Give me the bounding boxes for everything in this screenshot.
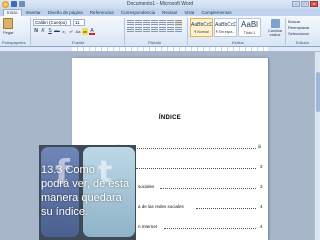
format-buttons: N K S abc x₂ x² Aa ab A [33, 28, 95, 35]
paste-label: Pegar [3, 30, 14, 35]
toc-leader [196, 208, 256, 209]
toc-heading: ÍNDICE [158, 115, 182, 121]
tab-correspondencia[interactable]: Correspondencia [118, 9, 158, 16]
ruler-scale [72, 47, 268, 51]
toc-entry-label: a de las redes sociales [138, 204, 184, 209]
superscript-button[interactable]: x² [68, 28, 74, 35]
toc-entry-page: iii [258, 144, 261, 149]
scrollbar-thumb[interactable] [316, 72, 320, 112]
toc-entry-page: 4 [260, 224, 263, 229]
clipboard-icon [3, 18, 13, 29]
toc-entry-page: 4 [260, 204, 263, 209]
select-button[interactable]: Seleccionar [288, 31, 310, 37]
align-right-icon[interactable] [143, 27, 150, 33]
styles-gallery: AaBbCcDc ¶ Normal AaBbCcDc ¶ Sin espa...… [190, 18, 261, 37]
numbering-icon[interactable] [135, 20, 142, 26]
decrease-indent-icon[interactable] [151, 20, 158, 26]
font-name-select[interactable]: Calibri (Cuerpo) [33, 19, 71, 26]
tab-vista[interactable]: Vista [181, 9, 197, 16]
italic-button[interactable]: K [40, 28, 46, 35]
bold-button[interactable]: N [33, 28, 39, 35]
editing-group: Buscar Reemplazar Seleccionar [288, 19, 310, 37]
change-case-button[interactable]: Aa [75, 28, 81, 35]
style-preview: AaBbCcDc [215, 22, 236, 28]
tab-diseno[interactable]: Diseño de página [45, 9, 86, 16]
toc-entry-page: 3 [260, 184, 263, 189]
window-title: Documento1 - Microsoft Word [126, 1, 194, 7]
group-clipboard-label: Portapapeles [2, 40, 26, 45]
caption-overlay: f t 13.3 Como podrá ver, de esta manera … [39, 145, 136, 240]
font-color-button[interactable]: A [89, 28, 95, 35]
sort-icon[interactable] [167, 20, 174, 26]
window-controls: – □ x [292, 1, 318, 7]
group-styles-label: Estilos [232, 40, 244, 45]
style-name: ¶ Normal [194, 30, 209, 34]
toc-entry-label: n Internet [138, 224, 158, 229]
group-paragraph-label: Párrafo [148, 40, 162, 45]
change-styles-icon [270, 19, 280, 28]
style-preview: AaBl [241, 20, 258, 29]
shading-icon[interactable] [167, 27, 174, 33]
line-spacing-icon[interactable] [159, 27, 166, 33]
caption-text: 13.3 Como podrá ver, de esta manera qued… [41, 164, 130, 218]
toc-entry-page: 3 [260, 164, 263, 169]
maximize-button[interactable]: □ [301, 1, 309, 7]
group-divider [285, 18, 286, 45]
style-no-spacing[interactable]: AaBbCcDc ¶ Sin espa... [214, 18, 237, 37]
ribbon-tabs: Inicio Insertar Diseño de página Referen… [0, 9, 320, 16]
underline-button[interactable]: S [47, 28, 53, 35]
increase-indent-icon[interactable] [159, 20, 166, 26]
group-divider [187, 18, 188, 45]
change-styles-button[interactable]: Cambiar estilos [268, 19, 282, 37]
vertical-scrollbar[interactable] [314, 52, 320, 240]
group-divider [124, 18, 125, 45]
paste-button[interactable]: Pegar [3, 18, 14, 36]
strikethrough-button[interactable]: abc [54, 28, 60, 35]
title-bar: Documento1 - Microsoft Word – □ x [0, 0, 320, 9]
tab-revisar[interactable]: Revisar [159, 9, 180, 16]
style-name: ¶ Sin espa... [215, 30, 236, 34]
toc-leader [160, 188, 256, 189]
style-preview: AaBbCcDc [191, 22, 212, 28]
ribbon: Pegar Portapapeles Calibri (Cuerpo) 11 N… [0, 16, 320, 47]
close-button[interactable]: x [310, 1, 318, 7]
style-heading-1[interactable]: AaBl Título 1 [238, 18, 261, 37]
justify-icon[interactable] [151, 27, 158, 33]
borders-icon[interactable] [175, 27, 182, 33]
change-styles-label: Cambiar estilos [268, 29, 283, 37]
multilevel-list-icon[interactable] [143, 20, 150, 26]
font-size-select[interactable]: 11 [73, 19, 85, 26]
toc-leader [164, 228, 256, 229]
tab-complementos[interactable]: Complementos [198, 9, 234, 16]
align-left-icon[interactable] [127, 27, 134, 33]
group-editing-label: Edición [296, 40, 310, 45]
bullets-icon[interactable] [127, 20, 134, 26]
minimize-button[interactable]: – [292, 1, 300, 7]
style-normal[interactable]: AaBbCcDc ¶ Normal [190, 18, 213, 37]
show-marks-icon[interactable] [175, 20, 182, 26]
style-name: Título 1 [243, 31, 256, 35]
highlight-button[interactable]: ab [82, 28, 88, 35]
paragraph-buttons [127, 20, 182, 33]
toc-entry-label: sociales [138, 184, 155, 189]
subscript-button[interactable]: x₂ [61, 28, 67, 35]
tab-inicio[interactable]: Inicio [3, 9, 22, 16]
toc-leader [126, 148, 256, 149]
group-divider [30, 18, 31, 45]
tab-insertar[interactable]: Insertar [23, 9, 44, 16]
tab-referencias[interactable]: Referencias [87, 9, 117, 16]
group-font-label: Fuente [72, 40, 85, 45]
align-center-icon[interactable] [135, 27, 142, 33]
toc-leader [136, 168, 256, 169]
